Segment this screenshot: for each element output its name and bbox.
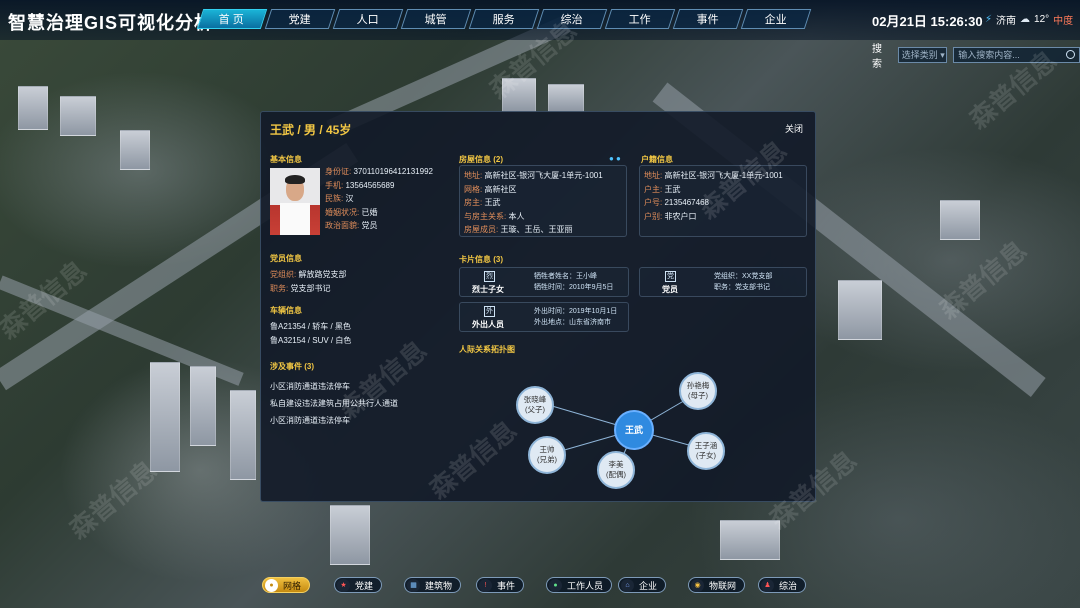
layer-party-button[interactable]: ★ 党建 <box>334 577 383 593</box>
relation-node[interactable]: 张晓峰 (父子) <box>516 386 554 424</box>
layer-grid-button[interactable]: ● 网格 <box>262 577 311 593</box>
layer-security-button[interactable]: ♟ 综治 <box>758 577 807 593</box>
layer-event-button[interactable]: ! 事件 <box>476 577 525 593</box>
map-building <box>190 366 216 446</box>
nav-home[interactable]: 首 页 <box>196 9 268 29</box>
search-icon[interactable] <box>1065 50 1075 59</box>
relation-center-node[interactable]: 王武 <box>614 410 654 450</box>
map-building <box>548 84 584 112</box>
map-building <box>150 362 180 472</box>
layer-staff-button[interactable]: ● 工作人员 <box>546 577 613 593</box>
weather-city: 济南 <box>996 16 1017 27</box>
layer-building-button[interactable]: ▦ 建筑物 <box>404 577 462 593</box>
person-detail-panel: 王武 / 男 / 45岁 关闭 基本信息 身份证: 37011019641213… <box>260 111 816 502</box>
map-building <box>502 78 536 112</box>
grid-icon: ● <box>265 578 278 592</box>
party-icon: ★ <box>337 578 350 592</box>
nav-urban[interactable]: 城管 <box>400 9 472 29</box>
search-bar: 搜索 选择类别 ▾ 输入搜索内容... <box>872 40 1080 70</box>
map-building <box>18 86 48 130</box>
alert-icon: ! <box>479 578 492 592</box>
map-building <box>60 96 96 136</box>
nav-population[interactable]: 人口 <box>332 9 404 29</box>
layer-enterprise-button[interactable]: ⌂ 企业 <box>618 577 667 593</box>
app-title: 智慧治理GIS可视化分析 <box>8 13 214 33</box>
relation-node[interactable]: 李美 (配偶) <box>597 451 635 489</box>
nav-work[interactable]: 工作 <box>604 9 676 29</box>
nav-party[interactable]: 党建 <box>264 9 336 29</box>
nav-security[interactable]: 综治 <box>536 9 608 29</box>
building-icon: ▦ <box>407 578 420 592</box>
location-icon: ⚡ <box>985 14 993 25</box>
person-icon: ● <box>549 578 562 592</box>
cloud-icon: ☁ <box>1020 14 1031 25</box>
enterprise-icon: ⌂ <box>621 578 634 592</box>
datetime: 02月21日 15:26:30 <box>872 14 983 29</box>
nav-events[interactable]: 事件 <box>672 9 744 29</box>
nav-enterprise[interactable]: 企业 <box>740 9 812 29</box>
main-nav: 首 页 党建 人口 城管 服务 综治 工作 事件 企业 <box>196 9 812 29</box>
top-bar: 智慧治理GIS可视化分析 首 页 党建 人口 城管 服务 综治 工作 事件 企业… <box>0 0 1080 40</box>
layer-iot-button[interactable]: ◉ 物联网 <box>688 577 746 593</box>
watermark: 森普信息 <box>63 454 163 545</box>
map-building <box>120 130 150 170</box>
weather-aqi: 中度 <box>1053 16 1074 27</box>
weather-temp: 12° <box>1034 14 1050 25</box>
search-input[interactable]: 输入搜索内容... <box>953 47 1080 63</box>
nav-service[interactable]: 服务 <box>468 9 540 29</box>
iot-icon: ◉ <box>691 578 704 592</box>
map-building <box>940 200 980 240</box>
map-building <box>838 280 882 340</box>
weather: ⚡ 济南 ☁ 12° 中度 <box>985 12 1073 27</box>
category-select[interactable]: 选择类别 ▾ <box>897 47 948 63</box>
relation-node[interactable]: 王帅 (兄弟) <box>528 436 566 474</box>
map-building <box>230 390 256 480</box>
security-icon: ♟ <box>761 578 774 592</box>
relation-node[interactable]: 孙艳梅 (母子) <box>679 372 717 410</box>
map-building <box>720 520 780 560</box>
relation-node[interactable]: 王子涵 (子女) <box>687 432 725 470</box>
map-building <box>330 505 370 565</box>
search-label: 搜索 <box>872 44 882 70</box>
